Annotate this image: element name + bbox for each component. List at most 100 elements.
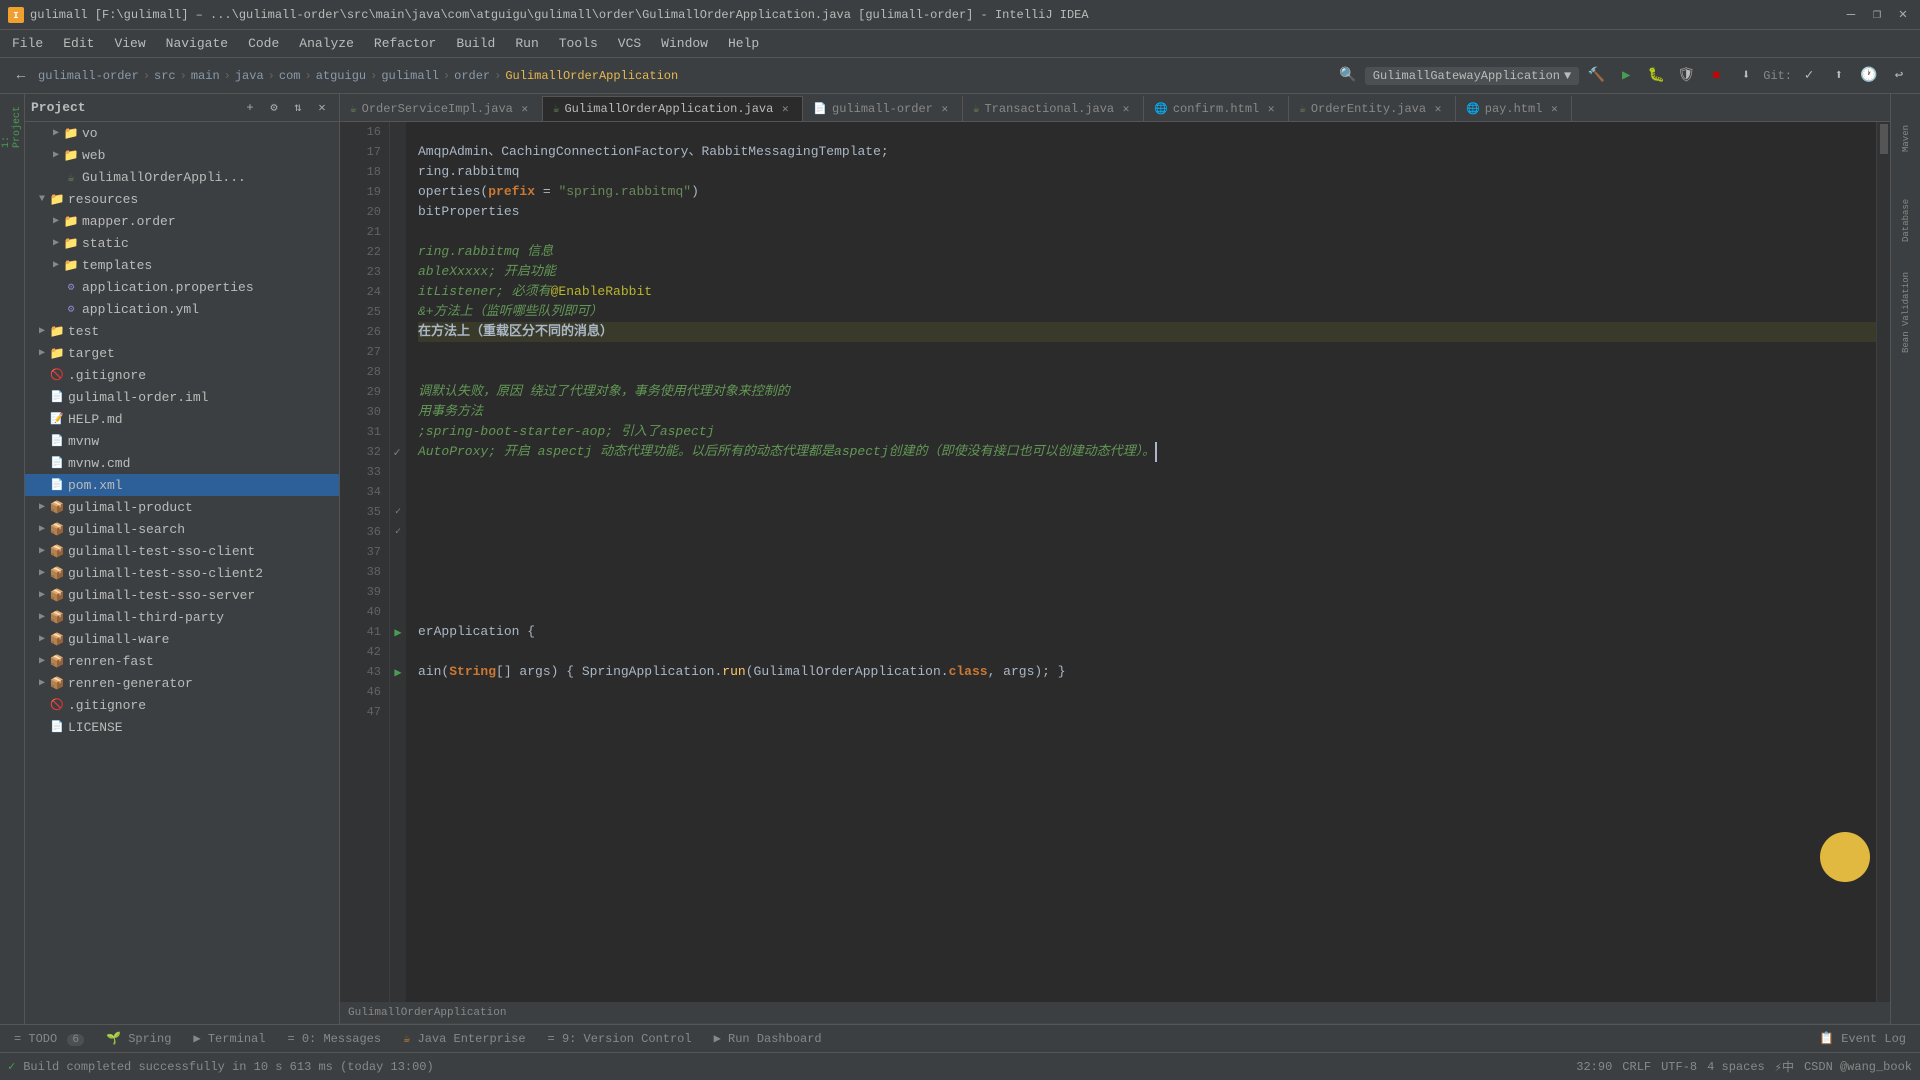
maximize-button[interactable]: ❐ <box>1868 6 1886 24</box>
menu-help[interactable]: Help <box>720 33 767 54</box>
tab-close-transactional[interactable]: ✕ <box>1119 102 1133 116</box>
tree-item-vo[interactable]: ▶ 📁 vo <box>25 122 339 144</box>
tree-item-gitignore[interactable]: 🚫 .gitignore <box>25 364 339 386</box>
stop-button[interactable]: ⏹ <box>1703 63 1729 89</box>
tab-close-gulimallorder[interactable]: ✕ <box>778 102 792 116</box>
bottom-tab-java-enterprise[interactable]: ☕ Java Enterprise <box>393 1029 535 1048</box>
tab-confirm[interactable]: 🌐 confirm.html ✕ <box>1144 96 1289 121</box>
tab-pay[interactable]: 🌐 pay.html ✕ <box>1456 96 1572 121</box>
line-ending[interactable]: CRLF <box>1622 1060 1651 1074</box>
bean-validation-toggle[interactable]: Bean Validation <box>1893 262 1919 362</box>
power-save[interactable]: ⚡中 <box>1775 1058 1794 1075</box>
indent-setting[interactable]: 4 spaces <box>1707 1060 1765 1074</box>
breadcrumb-order[interactable]: order <box>454 69 490 83</box>
tree-item-templates[interactable]: ▶ 📁 templates <box>25 254 339 276</box>
bottom-tab-run-dashboard[interactable]: ▶ Run Dashboard <box>704 1029 832 1048</box>
tree-item-ware[interactable]: ▶ 📦 gulimall-ware <box>25 628 339 650</box>
sidebar-expand[interactable]: ⇅ <box>287 97 309 119</box>
tree-item-gitignore2[interactable]: 🚫 .gitignore <box>25 694 339 716</box>
database-panel-toggle[interactable]: Database <box>1893 180 1919 260</box>
breadcrumb-gulimall[interactable]: gulimall <box>381 69 439 83</box>
tree-item-iml[interactable]: 📄 gulimall-order.iml <box>25 386 339 408</box>
tree-item-third[interactable]: ▶ 📦 gulimall-third-party <box>25 606 339 628</box>
tree-item-resources[interactable]: ▼ 📁 resources <box>25 188 339 210</box>
bottom-tab-version-control[interactable]: = 9: Version Control <box>538 1030 702 1048</box>
bottom-tab-messages[interactable]: = 0: Messages <box>277 1030 391 1048</box>
project-panel-toggle[interactable]: 1: Project <box>1 98 23 148</box>
menu-tools[interactable]: Tools <box>551 33 606 54</box>
menu-build[interactable]: Build <box>448 33 503 54</box>
breadcrumb-com[interactable]: com <box>279 69 301 83</box>
tab-gulimallorder-xml[interactable]: 📄 gulimall-order ✕ <box>803 96 963 121</box>
tab-close-order-xml[interactable]: ✕ <box>938 102 952 116</box>
tab-close-orderserviceimpl[interactable]: ✕ <box>518 102 532 116</box>
tab-close-orderentity[interactable]: ✕ <box>1431 102 1445 116</box>
breadcrumb-class[interactable]: GulimallOrderApplication <box>505 69 678 83</box>
sidebar-close[interactable]: ✕ <box>311 97 333 119</box>
tree-item-target[interactable]: ▶ 📁 target <box>25 342 339 364</box>
code-content[interactable]: AmqpAdmin、CachingConnectionFactory、Rabbi… <box>406 122 1876 1002</box>
tab-transactional[interactable]: ☕ Transactional.java ✕ <box>963 96 1144 121</box>
tree-item-pom[interactable]: 📄 pom.xml <box>25 474 339 496</box>
right-gutter[interactable] <box>1876 122 1890 1002</box>
menu-run[interactable]: Run <box>507 33 546 54</box>
bottom-tab-terminal[interactable]: ▶ Terminal <box>183 1029 275 1048</box>
tab-gulimallorderapplication[interactable]: ☕ GulimallOrderApplication.java ✕ <box>543 96 803 121</box>
minimize-button[interactable]: — <box>1842 6 1860 24</box>
tree-item-mapper[interactable]: ▶ 📁 mapper.order <box>25 210 339 232</box>
menu-refactor[interactable]: Refactor <box>366 33 444 54</box>
code-editor[interactable]: 16 17 18 19 20 21 22 23 24 25 26 27 28 2… <box>340 122 1890 1002</box>
debug-button[interactable]: 🐛 <box>1643 63 1669 89</box>
menu-window[interactable]: Window <box>653 33 716 54</box>
tab-close-confirm[interactable]: ✕ <box>1264 102 1278 116</box>
breadcrumb-module[interactable]: gulimall-order <box>38 69 139 83</box>
run-config-selector[interactable]: GulimallGatewayApplication ▼ <box>1365 67 1579 85</box>
maven-panel-toggle[interactable]: Maven <box>1893 98 1919 178</box>
breadcrumb-main[interactable]: main <box>191 69 220 83</box>
tree-item-search[interactable]: ▶ 📦 gulimall-search <box>25 518 339 540</box>
menu-view[interactable]: View <box>106 33 153 54</box>
tree-item-mvnwcmd[interactable]: 📄 mvnw.cmd <box>25 452 339 474</box>
git-revert[interactable]: ↩ <box>1886 63 1912 89</box>
build-button[interactable]: 🔨 <box>1583 63 1609 89</box>
menu-vcs[interactable]: VCS <box>610 33 649 54</box>
tree-item-web[interactable]: ▶ 📁 web <box>25 144 339 166</box>
git-update[interactable]: ⬇ <box>1733 63 1759 89</box>
menu-navigate[interactable]: Navigate <box>158 33 236 54</box>
sidebar-add[interactable]: + <box>239 97 261 119</box>
tab-close-pay[interactable]: ✕ <box>1547 102 1561 116</box>
window-controls[interactable]: — ❐ ✕ <box>1842 6 1912 24</box>
bottom-tab-event-log[interactable]: 📋 Event Log <box>1809 1029 1916 1048</box>
sidebar-settings[interactable]: ⚙ <box>263 97 285 119</box>
git-commit[interactable]: ✓ <box>1796 63 1822 89</box>
tree-item-app-props[interactable]: ⚙ application.properties <box>25 276 339 298</box>
tree-item-product[interactable]: ▶ 📦 gulimall-product <box>25 496 339 518</box>
tab-orderentity[interactable]: ☕ OrderEntity.java ✕ <box>1289 96 1456 121</box>
tree-item-static[interactable]: ▶ 📁 static <box>25 232 339 254</box>
menu-file[interactable]: File <box>4 33 51 54</box>
coverage-button[interactable]: 🛡 <box>1673 63 1699 89</box>
encoding[interactable]: UTF-8 <box>1661 1060 1697 1074</box>
menu-edit[interactable]: Edit <box>55 33 102 54</box>
scrollbar-thumb[interactable] <box>1880 124 1888 154</box>
tree-item-helpmd[interactable]: 📝 HELP.md <box>25 408 339 430</box>
toolbar-search[interactable]: 🔍 <box>1335 63 1361 89</box>
tree-item-renren-fast[interactable]: ▶ 📦 renren-fast <box>25 650 339 672</box>
tab-orderserviceimpl[interactable]: ☕ OrderServiceImpl.java ✕ <box>340 96 543 121</box>
breadcrumb-atguigu[interactable]: atguigu <box>316 69 366 83</box>
tree-item-renren-gen[interactable]: ▶ 📦 renren-generator <box>25 672 339 694</box>
git-history[interactable]: 🕐 <box>1856 63 1882 89</box>
tree-item-sso-client[interactable]: ▶ 📦 gulimall-test-sso-client <box>25 540 339 562</box>
breadcrumb-java[interactable]: java <box>235 69 264 83</box>
close-button[interactable]: ✕ <box>1894 6 1912 24</box>
bottom-tab-spring[interactable]: 🌱 Spring <box>96 1029 181 1048</box>
tree-item-sso-client2[interactable]: ▶ 📦 gulimall-test-sso-client2 <box>25 562 339 584</box>
menu-analyze[interactable]: Analyze <box>291 33 362 54</box>
menu-code[interactable]: Code <box>240 33 287 54</box>
tree-item-test[interactable]: ▶ 📁 test <box>25 320 339 342</box>
breadcrumb-src[interactable]: src <box>154 69 176 83</box>
toolbar-back[interactable]: ← <box>8 63 34 89</box>
tree-item-mvnw[interactable]: 📄 mvnw <box>25 430 339 452</box>
tree-item-sso-server[interactable]: ▶ 📦 gulimall-test-sso-server <box>25 584 339 606</box>
tree-item-license[interactable]: 📄 LICENSE <box>25 716 339 738</box>
